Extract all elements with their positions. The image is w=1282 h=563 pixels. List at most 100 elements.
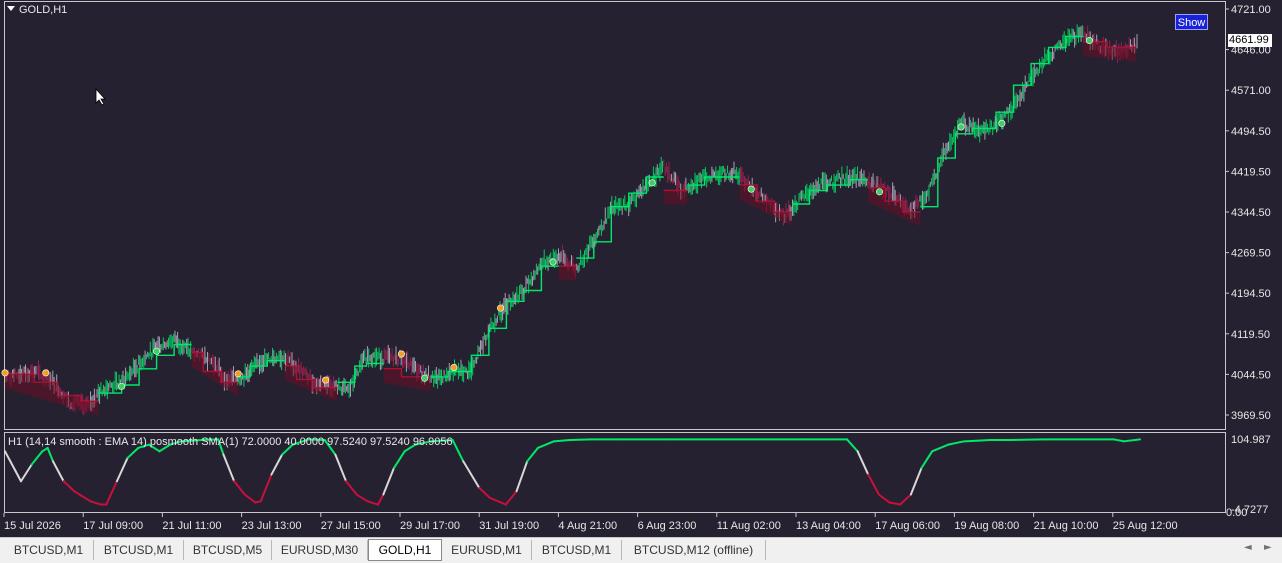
oscillator-segment — [451, 438, 465, 463]
oscillator-segment — [867, 473, 880, 496]
oscillator-segment — [462, 460, 481, 489]
time-tick-label: 31 Jul 19:00 — [479, 520, 539, 532]
time-tick-label: 23 Jul 13:00 — [242, 520, 302, 532]
oscillator-segment — [62, 480, 76, 493]
oscillator-segment — [1123, 438, 1141, 443]
indicator-label: H1 (14,14 smooth : EMA 14) posmooth SMA(… — [8, 436, 453, 448]
time-tick-label: 13 Aug 04:00 — [796, 520, 861, 532]
price-tick-label: 4194.50 — [1231, 288, 1271, 300]
trail-stop-layer — [5, 35, 1136, 416]
sell-signal-icon — [1, 369, 9, 377]
oscillator-segment — [877, 493, 891, 504]
oscillator-segment — [382, 466, 395, 496]
time-tick-label: 6 Aug 23:00 — [638, 520, 697, 532]
buy-signal-icon — [875, 188, 883, 196]
show-button[interactable]: Show — [1175, 14, 1208, 30]
time-tick-label: 19 Aug 08:00 — [954, 520, 1019, 532]
chart-tab[interactable]: BTCUSD,M1 — [94, 540, 184, 560]
oscillator-segment — [1112, 438, 1126, 443]
down-zone-fill — [663, 190, 688, 205]
oscillator-segment — [568, 438, 593, 441]
down-zone-fill — [739, 185, 792, 227]
oscillator-segment — [89, 500, 102, 506]
oscillator-segment — [377, 493, 385, 506]
buy-signal-icon — [549, 258, 557, 266]
oscillator-segment — [51, 460, 65, 483]
scroll-left-icon[interactable]: ◄ — [1244, 542, 1252, 553]
oscillator-segment — [392, 450, 406, 469]
oscillator-segment — [526, 446, 539, 463]
price-chart[interactable]: 4721.004646.004571.004494.504419.504344.… — [0, 0, 1282, 537]
oscillator-segment — [126, 446, 140, 459]
sell-signal-icon — [234, 370, 242, 378]
oscillator-segment — [105, 480, 118, 506]
price-tick-label: 4419.50 — [1231, 166, 1271, 178]
price-tick-label: 4269.50 — [1231, 248, 1271, 260]
buy-signal-icon — [747, 185, 755, 193]
sell-signal-icon — [450, 364, 458, 372]
oscillator-segment — [963, 438, 992, 443]
mouse-cursor-icon — [95, 87, 106, 106]
oscillator-segment — [856, 450, 870, 476]
chart-tab[interactable]: GOLD,H1 — [368, 539, 442, 561]
oscillator-segment — [115, 456, 129, 483]
time-tick-label: 27 Jul 15:00 — [321, 520, 381, 532]
oscillator-segment — [14, 470, 22, 483]
oscillator-segment — [947, 440, 966, 446]
oscillator-segment — [536, 440, 555, 449]
buy-signal-icon — [648, 179, 656, 187]
chart-tab[interactable]: BTCUSD,M1 — [532, 540, 622, 560]
price-tick-label: 4571.00 — [1231, 85, 1271, 97]
sell-signal-icon — [322, 376, 330, 384]
oscillator-segment — [488, 496, 507, 506]
oscillator-segment — [899, 493, 912, 506]
oscillator-segment — [909, 466, 923, 496]
chart-tab[interactable]: EURUSD,M30 — [272, 540, 368, 560]
oscillator-segment — [334, 453, 348, 483]
oscillator-segment — [222, 453, 236, 483]
time-tick-label: 17 Jul 09:00 — [83, 520, 143, 532]
time-tick-label: 29 Jul 17:00 — [400, 520, 460, 532]
oscillator-segment — [345, 480, 358, 496]
current-price-label: 4661.99 — [1228, 34, 1272, 47]
buy-signal-icon — [957, 123, 965, 131]
oscillator-segment — [478, 486, 491, 499]
oscillator-segment — [243, 493, 257, 504]
time-tick-label: 21 Aug 10:00 — [1034, 520, 1099, 532]
oscillator-segment — [920, 450, 934, 469]
buy-signal-icon — [118, 382, 126, 390]
price-tick-label: 4344.50 — [1231, 207, 1271, 219]
price-tick-label: 4119.50 — [1231, 329, 1270, 341]
buy-signal-icon — [153, 347, 161, 355]
oscillator-segment — [73, 490, 92, 503]
buy-signal-icon — [421, 374, 429, 382]
oscillator-segment — [233, 480, 246, 496]
price-tick-label: 4494.50 — [1231, 126, 1271, 138]
oscillator-max-label: 104.987 — [1231, 434, 1271, 446]
oscillator-segment — [1011, 438, 1046, 441]
oscillator-segment — [4, 450, 17, 473]
oscillator-segment — [355, 493, 369, 503]
buy-signal-icon — [1085, 37, 1093, 45]
chart-window[interactable]: 4721.00 4646.00 4571.00 4494.50 4419.50 4344.… — [0, 0, 1282, 537]
price-tick-label: 4044.50 — [1231, 369, 1271, 381]
oscillator-segment — [30, 450, 44, 466]
sell-signal-icon — [397, 350, 405, 358]
oscillator-axis: 104.987-4.72770.00 — [1226, 434, 1271, 519]
chart-tab[interactable]: BTCUSD,M5 — [184, 540, 272, 560]
chart-menu-triangle-icon[interactable] — [7, 6, 15, 11]
symbol-label: GOLD,H1 — [19, 4, 67, 16]
time-tick-label: 15 Jul 2026 — [4, 520, 61, 532]
oscillator-segment — [46, 446, 54, 463]
sell-signal-icon — [497, 304, 505, 312]
chart-tab[interactable]: BTCUSD,M1 — [4, 540, 94, 560]
scroll-right-icon[interactable]: ► — [1264, 542, 1272, 553]
price-tick-label: 3969.50 — [1231, 410, 1271, 422]
time-tick-label: 11 Aug 02:00 — [717, 520, 781, 532]
price-axis: 4721.004646.004571.004494.504419.504344.… — [1225, 4, 1271, 422]
time-tick-label: 25 Aug 12:00 — [1113, 520, 1178, 532]
chart-tab[interactable]: BTCUSD,M12 (offline) — [622, 540, 766, 560]
price-bars-layer — [5, 24, 1138, 416]
oscillator-segment — [504, 490, 518, 506]
chart-tab[interactable]: EURUSD,M1 — [442, 540, 532, 560]
